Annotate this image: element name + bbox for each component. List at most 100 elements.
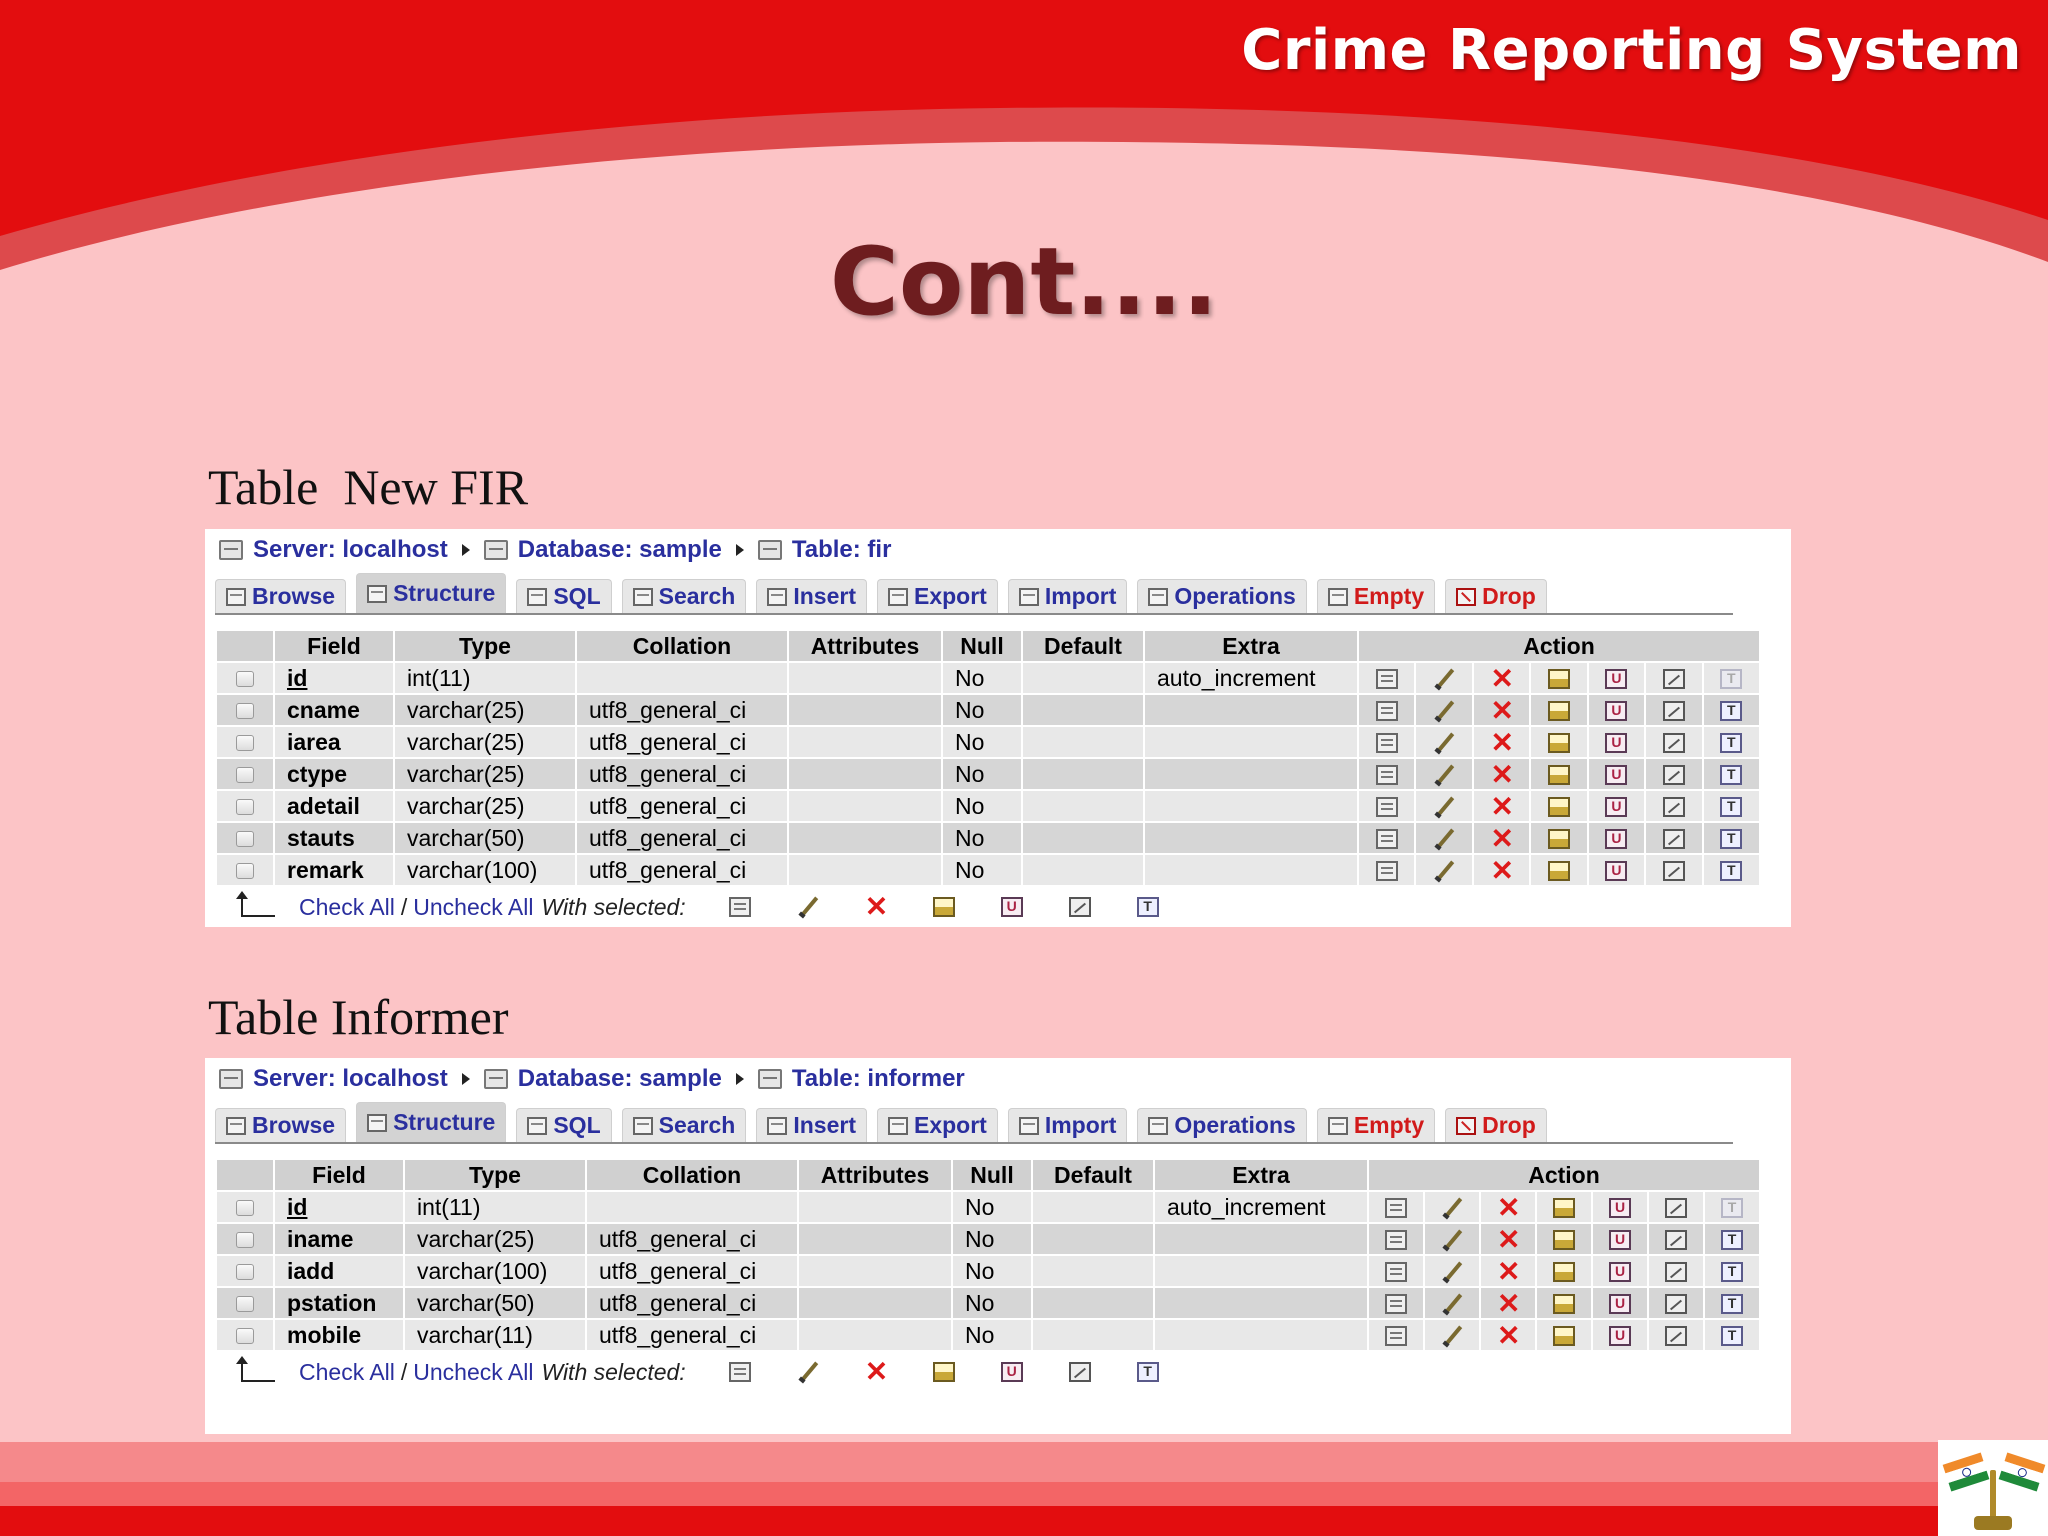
edit-icon[interactable] (1433, 733, 1455, 753)
browse-icon[interactable] (1375, 669, 1398, 690)
browse-icon[interactable] (1385, 1326, 1407, 1347)
drop-icon[interactable] (1497, 1326, 1519, 1346)
tab-export[interactable]: Export (876, 579, 998, 613)
row-checkbox[interactable] (236, 1328, 254, 1345)
edit-icon[interactable] (1441, 1198, 1463, 1218)
tab-sql[interactable]: SQL (516, 579, 612, 613)
drop-icon[interactable] (1497, 1294, 1519, 1314)
bulk-unique-icon[interactable] (1000, 1362, 1023, 1382)
primary-key-icon[interactable] (1547, 829, 1570, 850)
crumb-database[interactable]: Database: sample (483, 536, 722, 564)
bulk-drop-icon[interactable] (865, 897, 887, 917)
unique-icon[interactable] (1605, 829, 1628, 850)
edit-icon[interactable] (1441, 1294, 1463, 1314)
index-icon[interactable] (1665, 1198, 1687, 1219)
unique-icon[interactable] (1605, 701, 1628, 722)
bulk-index-icon[interactable] (1068, 1362, 1091, 1382)
drop-icon[interactable] (1491, 861, 1513, 881)
unique-icon[interactable] (1609, 1326, 1631, 1347)
tab-drop[interactable]: Drop (1445, 1108, 1547, 1142)
fulltext-icon[interactable] (1720, 861, 1743, 882)
primary-key-icon[interactable] (1547, 733, 1570, 754)
tab-search[interactable]: Search (621, 579, 747, 613)
tab-search[interactable]: Search (621, 1108, 747, 1142)
primary-key-icon[interactable] (1547, 701, 1570, 722)
tab-insert[interactable]: Insert (756, 579, 867, 613)
bulk-edit-icon[interactable] (797, 1362, 819, 1382)
edit-icon[interactable] (1441, 1230, 1463, 1250)
primary-key-icon[interactable] (1553, 1294, 1575, 1315)
fulltext-icon[interactable] (1721, 1262, 1743, 1283)
index-icon[interactable] (1662, 797, 1685, 818)
primary-key-icon[interactable] (1553, 1262, 1575, 1283)
index-icon[interactable] (1665, 1294, 1687, 1315)
fulltext-icon[interactable] (1720, 829, 1743, 850)
row-checkbox[interactable] (236, 767, 254, 784)
index-icon[interactable] (1665, 1262, 1687, 1283)
tab-export[interactable]: Export (876, 1108, 998, 1142)
drop-icon[interactable] (1491, 765, 1513, 785)
row-checkbox[interactable] (236, 831, 254, 848)
unique-icon[interactable] (1609, 1294, 1631, 1315)
bulk-unique-icon[interactable] (1000, 897, 1023, 917)
primary-key-icon[interactable] (1553, 1230, 1575, 1251)
fulltext-icon[interactable] (1721, 1326, 1743, 1347)
check-all-link[interactable]: Check All (299, 1359, 395, 1386)
bulk-drop-icon[interactable] (865, 1362, 887, 1382)
index-icon[interactable] (1662, 733, 1685, 754)
index-icon[interactable] (1662, 669, 1685, 690)
crumb-server[interactable]: Server: localhost (219, 1065, 448, 1093)
unique-icon[interactable] (1609, 1262, 1631, 1283)
bulk-browse-icon[interactable] (728, 897, 751, 917)
browse-icon[interactable] (1375, 701, 1398, 722)
tab-empty[interactable]: Empty (1316, 1108, 1436, 1142)
tab-insert[interactable]: Insert (756, 1108, 867, 1142)
crumb-table[interactable]: Table: informer (757, 1065, 965, 1093)
tab-empty[interactable]: Empty (1316, 579, 1436, 613)
browse-icon[interactable] (1385, 1262, 1407, 1283)
bulk-browse-icon[interactable] (728, 1362, 751, 1382)
row-checkbox[interactable] (236, 703, 254, 720)
crumb-database[interactable]: Database: sample (483, 1065, 722, 1093)
tab-drop[interactable]: Drop (1445, 579, 1547, 613)
primary-key-icon[interactable] (1553, 1326, 1575, 1347)
unique-icon[interactable] (1609, 1230, 1631, 1251)
primary-key-icon[interactable] (1553, 1198, 1575, 1219)
fulltext-icon[interactable] (1721, 1294, 1743, 1315)
drop-icon[interactable] (1497, 1198, 1519, 1218)
drop-icon[interactable] (1491, 701, 1513, 721)
index-icon[interactable] (1665, 1326, 1687, 1347)
crumb-server[interactable]: Server: localhost (219, 536, 448, 564)
browse-icon[interactable] (1375, 765, 1398, 786)
unique-icon[interactable] (1605, 733, 1628, 754)
index-icon[interactable] (1662, 701, 1685, 722)
tab-import[interactable]: Import (1007, 1108, 1128, 1142)
row-checkbox[interactable] (236, 1296, 254, 1313)
tab-operations[interactable]: Operations (1137, 1108, 1307, 1142)
edit-icon[interactable] (1433, 797, 1455, 817)
row-checkbox[interactable] (236, 1232, 254, 1249)
fulltext-icon[interactable] (1720, 701, 1743, 722)
unique-icon[interactable] (1605, 765, 1628, 786)
drop-icon[interactable] (1491, 733, 1513, 753)
edit-icon[interactable] (1433, 701, 1455, 721)
uncheck-all-link[interactable]: Uncheck All (413, 894, 533, 921)
row-checkbox[interactable] (236, 671, 254, 688)
tab-structure[interactable]: Structure (356, 1102, 507, 1142)
index-icon[interactable] (1662, 765, 1685, 786)
tab-browse[interactable]: Browse (215, 1108, 347, 1142)
bulk-edit-icon[interactable] (797, 897, 819, 917)
tab-import[interactable]: Import (1007, 579, 1128, 613)
fulltext-icon[interactable] (1720, 733, 1743, 754)
fulltext-icon[interactable] (1721, 1230, 1743, 1251)
unique-icon[interactable] (1609, 1198, 1631, 1219)
primary-key-icon[interactable] (1547, 765, 1570, 786)
browse-icon[interactable] (1385, 1198, 1407, 1219)
edit-icon[interactable] (1441, 1326, 1463, 1346)
row-checkbox[interactable] (236, 863, 254, 880)
tab-structure[interactable]: Structure (356, 573, 507, 613)
primary-key-icon[interactable] (1547, 861, 1570, 882)
fulltext-icon[interactable] (1720, 765, 1743, 786)
tab-sql[interactable]: SQL (516, 1108, 612, 1142)
bulk-primary-key-icon[interactable] (932, 1362, 955, 1382)
